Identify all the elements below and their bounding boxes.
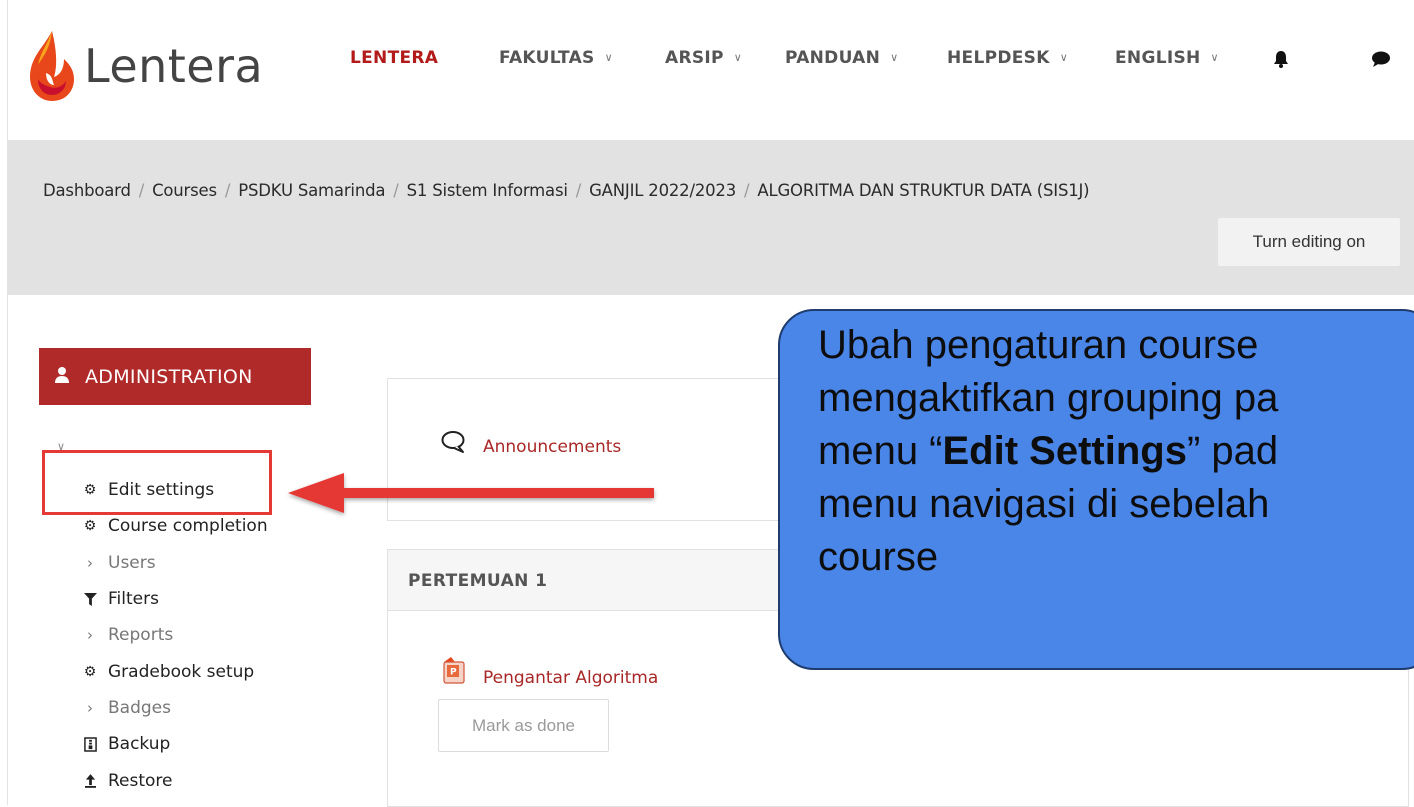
administration-block-header[interactable]: ADMINISTRATION — [39, 348, 311, 405]
flame-logo-icon — [30, 31, 74, 101]
announcements-link[interactable]: Announcements — [483, 437, 621, 457]
gear-icon: ⚙ — [83, 663, 97, 680]
nav-item-lentera[interactable]: LENTERA — [350, 48, 438, 68]
pointer-arrow — [288, 473, 654, 513]
nav-item-fakultas[interactable]: FAKULTAS ∨ — [499, 48, 613, 68]
administration-title: ADMINISTRATION — [85, 366, 253, 388]
highlight-box — [42, 450, 272, 515]
breadcrumb: Dashboard / Courses / PSDKU Samarinda / S1 Sis… — [43, 181, 1090, 200]
chat-icon[interactable] — [1371, 50, 1391, 68]
breadcrumb-courses[interactable]: Courses — [152, 181, 217, 200]
nav-item-english[interactable]: ENGLISH ∨ — [1115, 48, 1219, 68]
admin-item-users[interactable]: › Users — [82, 545, 268, 581]
chevron-down-icon: ∨ — [890, 51, 899, 64]
admin-item-label: Backup — [108, 734, 171, 755]
turn-editing-on-button[interactable]: Turn editing on — [1218, 218, 1400, 266]
breadcrumb-separator: / — [393, 181, 399, 200]
bell-icon[interactable] — [1273, 50, 1289, 68]
admin-item-label: Users — [108, 552, 156, 573]
callout-text-fragment: ” pad — [1186, 429, 1279, 473]
admin-item-badges[interactable]: › Badges — [82, 690, 268, 726]
nav-item-label: ARSIP — [665, 48, 724, 68]
chevron-right-icon: › — [87, 698, 93, 717]
gear-icon: ⚙ — [83, 518, 97, 535]
admin-item-gradebook-setup[interactable]: ⚙ Gradebook setup — [82, 653, 268, 689]
filter-icon — [82, 591, 98, 607]
chevron-down-icon: ∨ — [733, 51, 743, 64]
nav-item-panduan[interactable]: PANDUAN ∨ — [785, 48, 899, 68]
section-title: PERTEMUAN 1 — [408, 571, 548, 591]
forum-icon — [441, 431, 465, 453]
breadcrumb-separator: / — [138, 181, 145, 200]
chevron-down-icon: ∨ — [604, 51, 613, 64]
nav-item-label: PANDUAN — [785, 48, 881, 68]
admin-item-label: Filters — [108, 589, 159, 610]
instruction-callout: Ubah pengaturan course mengaktifkan grou… — [778, 309, 1414, 670]
callout-line: mengaktifkan grouping pa — [818, 376, 1279, 420]
breadcrumb-separator: / — [744, 181, 750, 200]
admin-item-backup[interactable]: Backup — [82, 726, 268, 762]
breadcrumb-program[interactable]: S1 Sistem Informasi — [407, 181, 568, 200]
admin-item-label: Badges — [108, 697, 171, 718]
callout-line: Ubah pengaturan course — [818, 323, 1259, 367]
chevron-down-icon: ∨ — [1210, 51, 1219, 64]
svg-text:P: P — [450, 668, 457, 678]
nav-item-arsip[interactable]: ARSIP ∨ — [665, 48, 742, 68]
nav-item-label: LENTERA — [350, 48, 439, 68]
nav-item-label: HELPDESK — [947, 48, 1050, 68]
callout-bold-text: Edit Settings — [942, 429, 1187, 473]
admin-item-label: Restore — [108, 770, 173, 791]
callout-text: Ubah pengaturan course mengaktifkan grou… — [818, 319, 1414, 584]
admin-item-reports[interactable]: › Reports — [82, 617, 268, 653]
breadcrumb-separator: / — [575, 181, 582, 200]
chevron-right-icon: › — [87, 553, 93, 572]
nav-item-label: FAKULTAS — [499, 48, 595, 68]
page-header: Dashboard / Courses / PSDKU Samarinda / S1 Sis… — [8, 140, 1414, 295]
callout-line: menu “Edit Settings” pad — [818, 425, 1414, 478]
callout-line: menu navigasi di sebelah — [818, 482, 1270, 526]
nav-item-helpdesk[interactable]: HELPDESK ∨ — [947, 48, 1068, 68]
top-navbar: Lentera LENTERA FAKULTAS ∨ ARSIP ∨ PANDUAN… — [8, 0, 1414, 140]
breadcrumb-course[interactable]: ALGORITMA DAN STRUKTUR DATA (SIS1J) — [757, 181, 1089, 200]
user-icon — [55, 367, 69, 383]
chevron-right-icon: › — [87, 626, 93, 645]
breadcrumb-psdku[interactable]: PSDKU Samarinda — [238, 181, 385, 200]
callout-text-fragment: menu “ — [818, 429, 943, 473]
administration-menu: ⚙ Edit settings ⚙ Course completion › Us… — [82, 472, 268, 799]
breadcrumb-dashboard[interactable]: Dashboard — [43, 181, 131, 200]
admin-item-label: Reports — [108, 625, 174, 646]
resource-link-pengantar-algoritma[interactable]: Pengantar Algoritma — [483, 668, 658, 688]
upload-icon — [82, 773, 98, 789]
admin-item-label: Gradebook setup — [108, 661, 255, 682]
archive-icon — [82, 736, 98, 752]
breadcrumb-separator: / — [224, 181, 231, 200]
admin-item-restore[interactable]: Restore — [82, 762, 268, 798]
nav-item-label: ENGLISH — [1115, 48, 1201, 68]
callout-line: course — [818, 535, 939, 579]
admin-item-label: Course completion — [108, 516, 268, 537]
logo-text: Lentera — [84, 39, 264, 93]
brand-logo[interactable]: Lentera — [22, 26, 263, 106]
powerpoint-file-icon: P — [443, 657, 465, 684]
breadcrumb-term[interactable]: GANJIL 2022/2023 — [589, 181, 736, 200]
chevron-down-icon: ∨ — [1059, 51, 1069, 64]
mark-as-done-button[interactable]: Mark as done — [438, 699, 609, 752]
admin-item-filters[interactable]: Filters — [82, 581, 268, 617]
